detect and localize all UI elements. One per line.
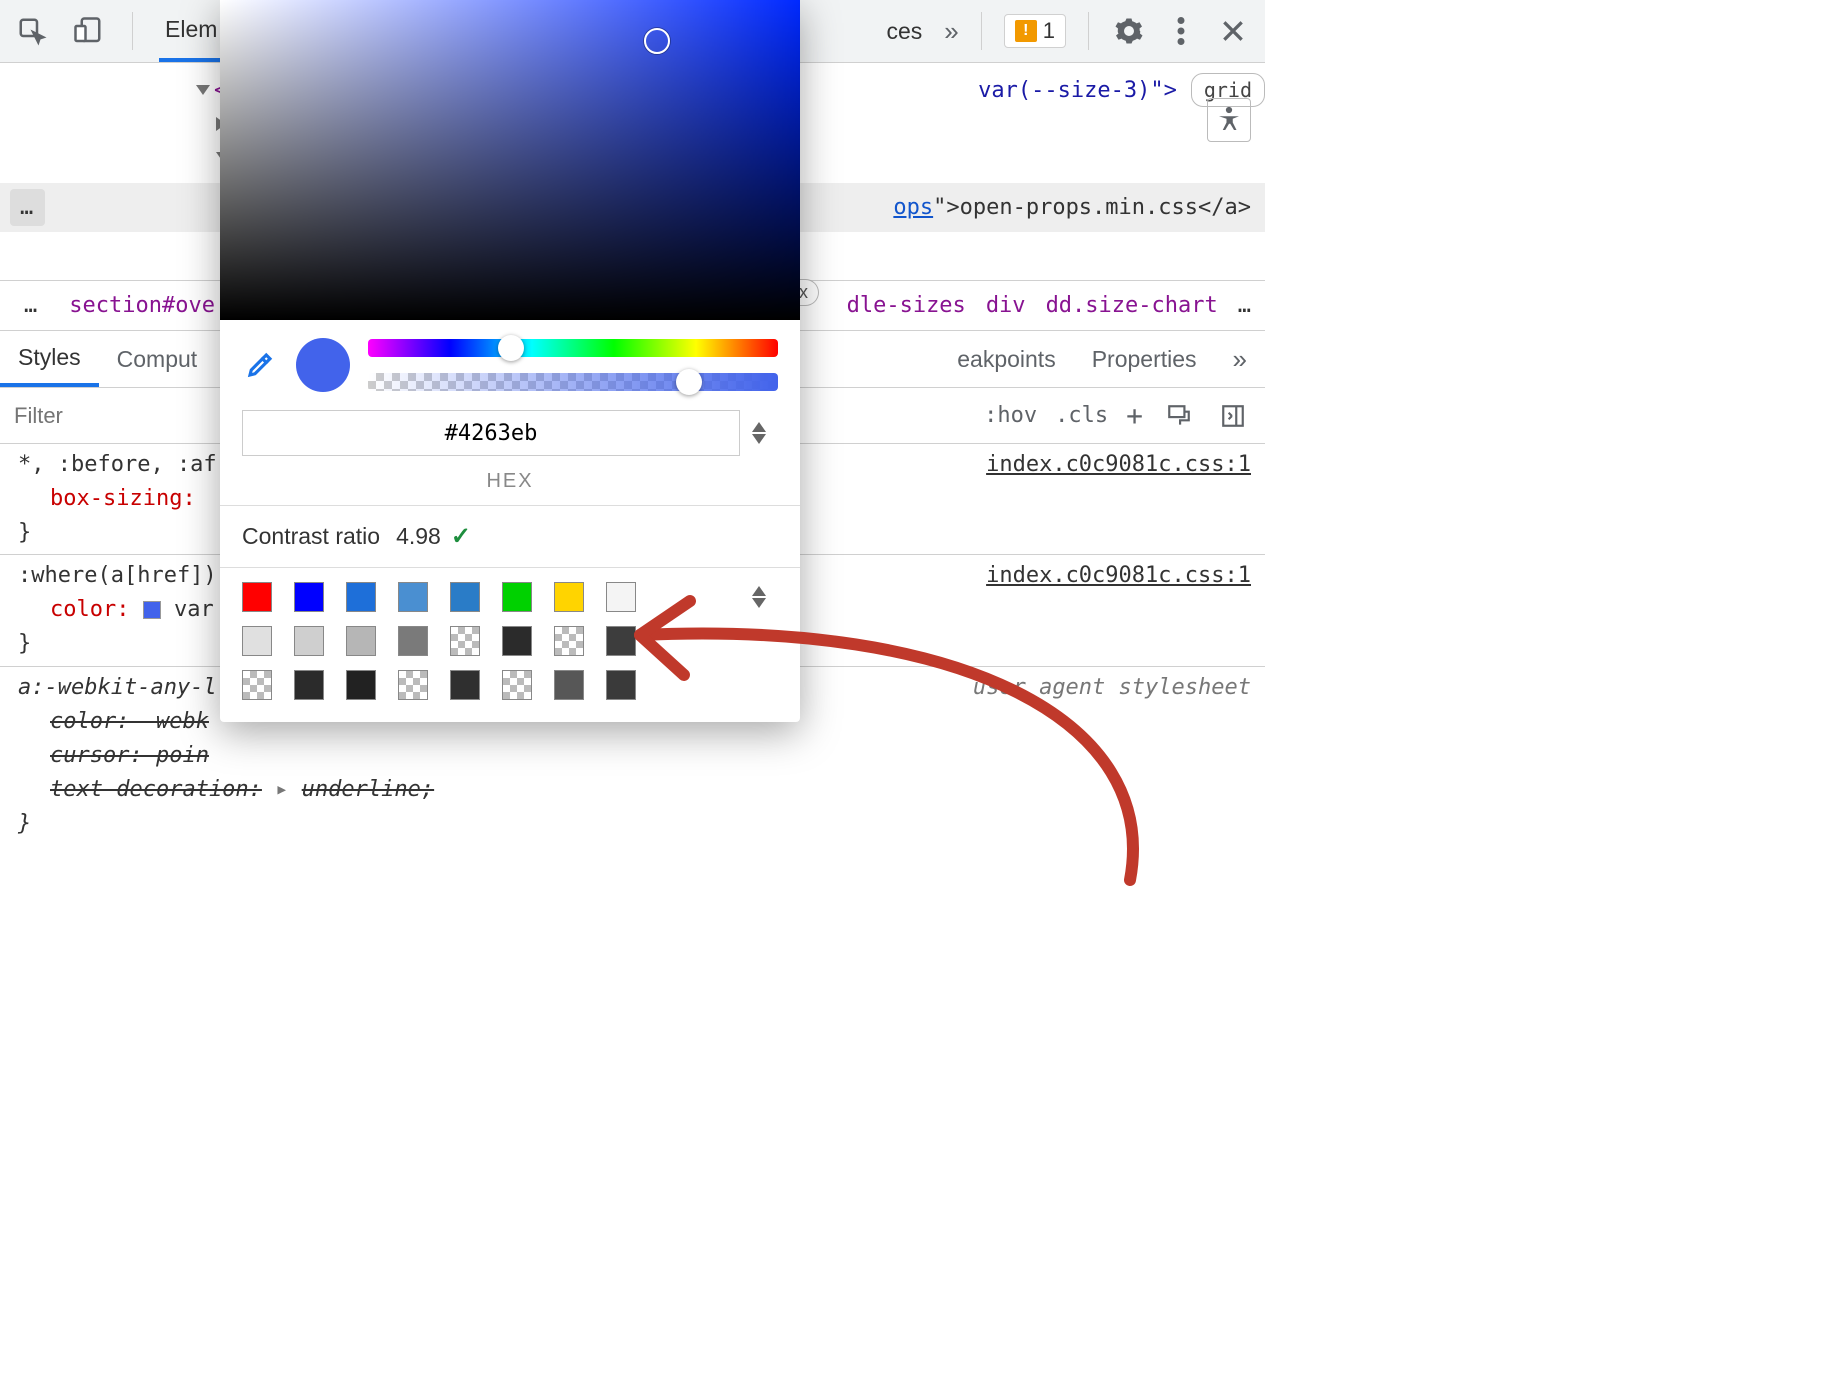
accessibility-icon[interactable] xyxy=(1207,98,1251,142)
palette-swatch[interactable] xyxy=(606,626,636,656)
separator xyxy=(1088,12,1089,50)
expand-toggle-icon[interactable] xyxy=(196,85,210,95)
tab-styles[interactable]: Styles xyxy=(0,331,99,387)
palette-swatch[interactable] xyxy=(242,626,272,656)
palette-swatch[interactable] xyxy=(242,670,272,700)
css-value-overridden[interactable]: underline; xyxy=(302,777,434,802)
swatch-row xyxy=(242,626,778,656)
chevron-up-icon xyxy=(752,422,766,432)
palette-swatch[interactable] xyxy=(450,626,480,656)
palette-swatch[interactable] xyxy=(346,670,376,700)
palette-swatch[interactable] xyxy=(398,626,428,656)
palette-swatch[interactable] xyxy=(398,670,428,700)
tab-computed[interactable]: Comput xyxy=(99,331,216,387)
ua-stylesheet-label: user agent stylesheet xyxy=(973,671,1251,705)
separator xyxy=(132,12,133,50)
current-color-preview xyxy=(296,338,350,392)
tab-properties[interactable]: Properties xyxy=(1074,331,1215,387)
palette-swatch[interactable] xyxy=(502,670,532,700)
slider-thumb[interactable] xyxy=(676,369,702,395)
palette-swatch[interactable] xyxy=(502,582,532,612)
sv-cursor[interactable] xyxy=(644,28,670,54)
separator xyxy=(981,12,982,50)
format-label: HEX xyxy=(220,470,800,505)
palette-swatch[interactable] xyxy=(502,626,532,656)
contrast-label: Contrast ratio xyxy=(242,523,380,550)
check-icon: ✓ xyxy=(451,522,471,551)
filter-input[interactable] xyxy=(0,403,240,429)
hov-toggle[interactable]: :hov xyxy=(984,403,1037,428)
breadcrumb-item[interactable]: div xyxy=(986,293,1026,318)
panel-toggle-icon[interactable] xyxy=(1215,398,1251,434)
breadcrumb-item[interactable]: section#ove xyxy=(69,293,215,318)
tab-elements[interactable]: Elem xyxy=(159,0,223,62)
hue-slider[interactable] xyxy=(368,339,778,357)
palette-swatch[interactable] xyxy=(398,582,428,612)
inspect-element-icon[interactable] xyxy=(14,13,50,49)
contrast-ratio-row[interactable]: Contrast ratio 4.98 ✓ xyxy=(220,505,800,568)
palette-swatch[interactable] xyxy=(606,670,636,700)
chevron-up-icon xyxy=(752,586,766,596)
chevron-down-icon xyxy=(752,434,766,444)
collapsed-ellipsis[interactable]: … xyxy=(10,189,45,226)
issues-badge[interactable]: ! 1 xyxy=(1004,14,1066,48)
link-fragment[interactable]: ops xyxy=(893,191,933,224)
swatch-row xyxy=(242,670,778,700)
paint-icon[interactable] xyxy=(1161,398,1197,434)
css-property-overridden[interactable]: cursor: poin xyxy=(18,739,1251,773)
css-property-overridden[interactable]: text-decoration: xyxy=(50,777,262,802)
css-property[interactable]: box-sizing: xyxy=(50,486,196,511)
tab-more-chevron[interactable]: » xyxy=(1215,331,1265,387)
css-property[interactable]: color: xyxy=(50,597,129,622)
device-toggle-icon[interactable] xyxy=(70,13,106,49)
stylesheet-link[interactable]: index.c0c9081c.css:1 xyxy=(986,448,1251,482)
dom-attr-fragment: var(--size-3)"> xyxy=(978,74,1177,107)
dom-text-fragment: >open-props.min.css</a> xyxy=(946,191,1265,224)
palette-swatch[interactable] xyxy=(554,670,584,700)
palette-toggle[interactable] xyxy=(752,586,778,608)
warning-icon: ! xyxy=(1015,20,1037,42)
close-icon[interactable] xyxy=(1215,13,1251,49)
breadcrumb-ellipsis[interactable]: … xyxy=(1238,293,1251,318)
css-value-fragment[interactable]: var xyxy=(174,597,214,622)
issues-count: 1 xyxy=(1043,18,1055,44)
breadcrumb-ellipsis[interactable]: … xyxy=(14,291,49,320)
swatch-row xyxy=(242,582,778,612)
palette-swatch[interactable] xyxy=(554,582,584,612)
stylesheet-link[interactable]: index.c0c9081c.css:1 xyxy=(986,559,1251,593)
chevron-down-icon xyxy=(752,598,766,608)
cls-toggle[interactable]: .cls xyxy=(1055,403,1108,428)
kebab-menu-icon[interactable] xyxy=(1163,13,1199,49)
palette-swatch[interactable] xyxy=(242,582,272,612)
palette-swatch[interactable] xyxy=(294,670,324,700)
more-tabs-chevron[interactable]: » xyxy=(944,16,958,47)
palette-swatch[interactable] xyxy=(294,582,324,612)
format-toggle[interactable] xyxy=(752,422,778,444)
contrast-value: 4.98 xyxy=(396,523,441,550)
new-rule-button[interactable]: + xyxy=(1126,399,1143,432)
slider-thumb[interactable] xyxy=(498,335,524,361)
palette-swatch[interactable] xyxy=(450,582,480,612)
sv-canvas[interactable] xyxy=(220,0,800,320)
tab-sources-fragment[interactable]: ces xyxy=(880,18,928,45)
palette-swatch[interactable] xyxy=(346,626,376,656)
color-picker: HEX Contrast ratio 4.98 ✓ xyxy=(220,0,800,722)
palette-swatch[interactable] xyxy=(450,670,480,700)
palette-swatch[interactable] xyxy=(554,626,584,656)
top-right-controls: ces » ! 1 xyxy=(880,12,1251,50)
eyedropper-icon[interactable] xyxy=(242,347,278,383)
alpha-slider[interactable] xyxy=(368,373,778,391)
breadcrumb-item[interactable]: dd.size-chart xyxy=(1046,293,1218,318)
palette-swatch[interactable] xyxy=(346,582,376,612)
color-swatch[interactable] xyxy=(143,601,161,619)
tab-breakpoints[interactable]: eakpoints xyxy=(939,331,1073,387)
hex-input[interactable] xyxy=(242,410,740,456)
gear-icon[interactable] xyxy=(1111,13,1147,49)
breadcrumb-item[interactable]: dle-sizes xyxy=(847,293,966,318)
palette-swatch[interactable] xyxy=(294,626,324,656)
palette-swatch[interactable] xyxy=(606,582,636,612)
palette-swatches xyxy=(220,568,800,722)
